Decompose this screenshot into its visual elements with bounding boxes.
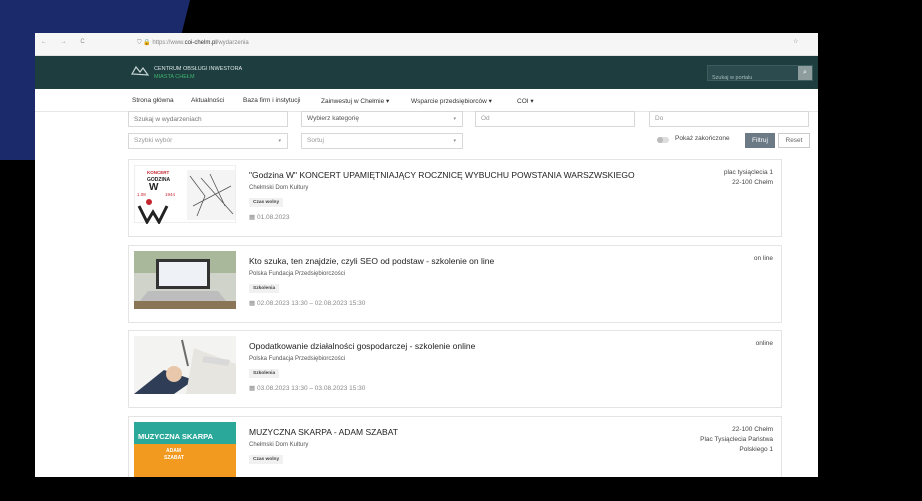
event-title[interactable]: Opodatkowanie działalności gospodarczej …: [249, 341, 475, 351]
event-title[interactable]: Kto szuka, ten znajdzie, czyli SEO od po…: [249, 256, 494, 266]
event-card[interactable]: Kto szuka, ten znajdzie, czyli SEO od po…: [128, 245, 782, 323]
bookmark-star-icon[interactable]: ☆: [793, 38, 798, 45]
calendar-icon: ▦: [249, 214, 256, 221]
show-finished-label: Pokaż zakończone: [675, 135, 730, 142]
category-badge: Szkolenia: [249, 369, 280, 378]
reset-button[interactable]: Reset: [778, 133, 810, 148]
event-date-text: 02.08.2023 13:30 – 02.08.2023 15:30: [256, 300, 366, 307]
thumb-orange-band: [134, 444, 236, 477]
event-location: 22-100 Chełm Plac Tysiąclecia Państwa Po…: [700, 425, 773, 455]
sort-select-value: Sortuj: [307, 137, 324, 144]
quick-select-value: Szybki wybór: [134, 137, 173, 144]
logo-icon[interactable]: [131, 64, 150, 81]
event-location: online: [756, 339, 773, 349]
browser-toolbar: ← → C ⛉ 🔒 https://www.coi-chelm.pl/wydar…: [35, 33, 818, 56]
thumb-text-surname: SZABAT: [164, 455, 184, 461]
event-location-line: on line: [753, 255, 773, 262]
menu-item-home[interactable]: Strona główna: [132, 97, 174, 104]
url-prefix: https://www.: [152, 40, 185, 46]
event-date: ▦ 01.08.2023: [249, 213, 290, 221]
portal-search-input[interactable]: [708, 72, 800, 84]
thumb-text-name: ADAM: [166, 448, 181, 454]
event-card[interactable]: MUZYCZNA SKARPA ADAM SZABAT MUZYCZNA SKA…: [128, 416, 782, 477]
calendar-icon: ▦: [249, 300, 256, 307]
thumb-text-title: MUZYCZNA SKARPA: [138, 432, 213, 441]
calendar-icon: ▦: [249, 385, 256, 392]
event-card[interactable]: KONCERT GODZINA 1.08 W 1944 "Godzina W" …: [128, 159, 782, 237]
category-badge: Szkolenia: [249, 284, 280, 293]
event-date: ▦ 02.08.2023 13:30 – 02.08.2023 15:30: [249, 299, 365, 307]
quick-select[interactable]: Szybki wybór ▾: [128, 133, 288, 149]
event-location-line: 22-100 Chełm: [732, 426, 773, 433]
event-location-line: 22-100 Chełm: [732, 179, 773, 186]
thumb-text-year: 1944: [165, 192, 176, 197]
show-finished-toggle[interactable]: [657, 137, 669, 143]
search-icon[interactable]: ⌕: [798, 66, 812, 80]
chevron-down-icon: ▾: [278, 138, 281, 144]
event-thumbnail[interactable]: [134, 251, 236, 309]
sort-select[interactable]: Sortuj ▾: [301, 133, 463, 149]
event-title[interactable]: MUZYCZNA SKARPA - ADAM SZABAT: [249, 427, 398, 437]
date-from-placeholder: Od: [481, 115, 490, 122]
address-bar[interactable]: ⛉ 🔒 https://www.coi-chelm.pl/wydarzenia: [137, 39, 249, 47]
event-date: ▦ 03.08.2023 13:30 – 03.08.2023 15:30: [249, 384, 365, 392]
event-organizer: Chełmski Dom Kultury: [249, 185, 309, 191]
event-location-line: plac tysiąclecia 1: [723, 169, 773, 176]
shield-icon: ⛉ 🔒: [137, 40, 153, 46]
event-organizer: Chełmski Dom Kultury: [249, 442, 309, 448]
browser-window: ← → C ⛉ 🔒 https://www.coi-chelm.pl/wydar…: [35, 33, 818, 477]
menu-item-companies[interactable]: Baza firm i instytucji: [243, 97, 300, 104]
url-domain: coi-chelm.pl: [184, 40, 217, 46]
menu-item-news[interactable]: Aktualności: [191, 97, 224, 104]
menu-item-coi[interactable]: COI ▾: [517, 97, 534, 105]
site-header: CENTRUM OBSŁUGI INWESTORA MIASTA CHEŁM ⌕: [35, 56, 818, 89]
event-organizer: Polska Fundacja Przedsiębiorczości: [249, 271, 346, 277]
event-date-text: 03.08.2023 13:30 – 03.08.2023 15:30: [256, 385, 366, 392]
event-organizer: Polska Fundacja Przedsiębiorczości: [249, 356, 346, 362]
category-select-value: Wybierz kategorię: [307, 115, 359, 122]
event-location-line: online: [755, 340, 773, 347]
main-menu: Strona główna Aktualności Baza firm i in…: [35, 89, 818, 112]
event-location-line: Polskiego 1: [739, 446, 773, 453]
event-date-text: 01.08.2023: [256, 214, 290, 221]
filter-button[interactable]: Filtruj: [745, 133, 775, 148]
date-from-field[interactable]: Od: [475, 111, 635, 127]
chevron-down-icon: ▾: [453, 138, 456, 144]
menu-item-invest[interactable]: Zainwestuj w Chełmie ▾: [321, 97, 389, 105]
portal-search: ⌕: [707, 65, 813, 84]
date-to-field[interactable]: Do: [649, 111, 809, 127]
event-card[interactable]: Opodatkowanie działalności gospodarczej …: [128, 330, 782, 408]
event-thumbnail[interactable]: KONCERT GODZINA 1.08 W 1944: [134, 165, 236, 226]
thumb-text-koncert: KONCERT: [147, 170, 170, 175]
browser-nav-icons[interactable]: ← → C: [41, 39, 91, 45]
event-thumbnail[interactable]: MUZYCZNA SKARPA ADAM SZABAT: [134, 422, 236, 477]
category-select[interactable]: Wybierz kategorię ▾: [301, 111, 463, 127]
date-to-placeholder: Do: [655, 115, 664, 122]
event-location-line: Plac Tysiąclecia Państwa: [700, 436, 773, 443]
chevron-down-icon: ▾: [453, 116, 456, 122]
menu-item-support[interactable]: Wsparcie przedsiębiorców ▾: [411, 97, 492, 105]
brand-name[interactable]: CENTRUM OBSŁUGI INWESTORA MIASTA CHEŁM: [154, 65, 242, 81]
url-path: /wydarzenia: [216, 40, 249, 46]
event-location: on line: [754, 254, 773, 264]
brand-title: CENTRUM OBSŁUGI INWESTORA: [154, 66, 243, 72]
category-badge: Czas wolny: [249, 198, 284, 207]
event-search-input[interactable]: [128, 111, 288, 127]
event-title[interactable]: "Godzina W" KONCERT UPAMIĘTNIAJĄCY ROCZN…: [249, 170, 635, 180]
event-thumbnail[interactable]: [134, 336, 236, 394]
thumb-text-date: 1.08: [137, 192, 146, 197]
event-location: plac tysiąclecia 1 22-100 Chełm: [724, 168, 773, 188]
thumb-text-w: W: [149, 182, 159, 193]
brand-subtitle: MIASTA CHEŁM: [154, 74, 195, 80]
category-badge: Czas wolny: [249, 455, 284, 464]
